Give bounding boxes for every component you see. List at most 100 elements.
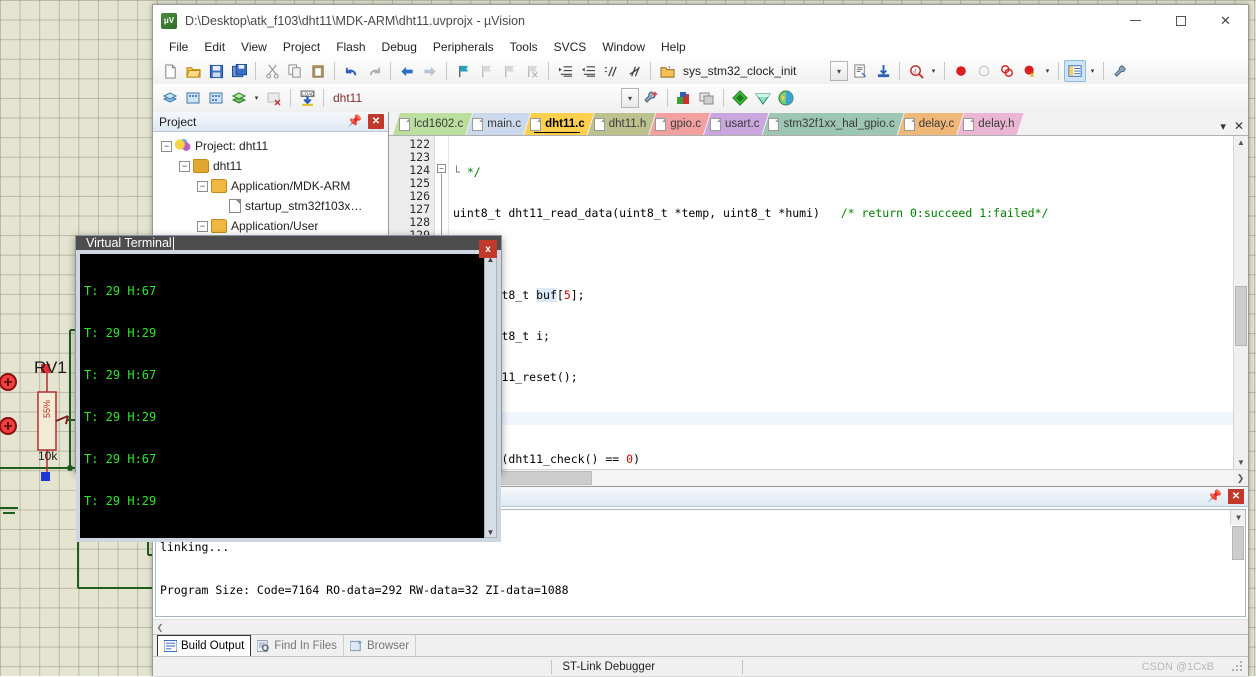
- scroll-right-icon[interactable]: ❯: [1233, 471, 1248, 486]
- menu-window[interactable]: Window: [594, 38, 653, 56]
- code-editor[interactable]: 122 123 124 125 126 127 128 129 130 131 …: [389, 136, 1248, 469]
- undo-icon[interactable]: [340, 60, 362, 82]
- breakpoints-kill-icon[interactable]: [996, 60, 1018, 82]
- editor-vertical-scrollbar[interactable]: ▲ ▼: [1233, 136, 1248, 469]
- uncomment-icon[interactable]: [623, 60, 645, 82]
- maximize-button[interactable]: [1158, 5, 1203, 36]
- scroll-track[interactable]: [404, 471, 1233, 485]
- cut-icon[interactable]: [261, 60, 283, 82]
- close-icon[interactable]: ✕: [368, 114, 384, 129]
- batch-build-arrow[interactable]: ▾: [251, 87, 262, 109]
- navigate-forward-icon[interactable]: [419, 60, 441, 82]
- pack-installer-icon[interactable]: [752, 87, 774, 109]
- bookmark-prev-icon[interactable]: [475, 60, 497, 82]
- virtual-terminal-scrollbar[interactable]: ▲ ▼: [484, 254, 497, 538]
- close-icon[interactable]: ✕: [1228, 489, 1244, 504]
- target-options-icon[interactable]: [640, 87, 662, 109]
- multi-project-icon[interactable]: [729, 87, 751, 109]
- target-combo-value[interactable]: dht11: [329, 88, 469, 108]
- tree-item-target[interactable]: − dht11: [157, 156, 388, 176]
- build-output-horizontal-scrollbar[interactable]: ❮: [153, 619, 1248, 634]
- function-combo-arrow[interactable]: ▾: [830, 61, 848, 81]
- pin-icon[interactable]: 📌: [1207, 489, 1222, 503]
- tree-expander[interactable]: −: [197, 180, 208, 192]
- pack-manage-icon[interactable]: [775, 87, 797, 109]
- minimize-button[interactable]: [1113, 5, 1158, 36]
- code-content[interactable]: └ */ uint8_t dht11_read_data(uint8_t *te…: [449, 136, 1233, 469]
- editor-tab-dht11-h[interactable]: dht11.h: [588, 113, 656, 135]
- editor-tab-stm32f1xx-hal-gpio-c[interactable]: stm32f1xx_hal_gpio.c: [762, 113, 903, 135]
- menu-debug[interactable]: Debug: [374, 38, 425, 56]
- open-target-icon[interactable]: [656, 60, 678, 82]
- manage-runtime-icon[interactable]: [673, 87, 695, 109]
- editor-tab-lcd1602-c[interactable]: lcd1602.c: [393, 113, 472, 135]
- window-titlebar[interactable]: D:\Desktop\atk_f103\dht11\MDK-ARM\dht11.…: [153, 5, 1248, 36]
- bookmark-clear-icon[interactable]: [521, 60, 543, 82]
- editor-tab-dht11-c[interactable]: dht11.c: [524, 113, 594, 135]
- tab-list-icon[interactable]: ▾: [1220, 120, 1226, 133]
- new-file-icon[interactable]: [159, 60, 181, 82]
- tree-item-group-user[interactable]: − Application/User: [157, 216, 388, 236]
- window-layout-arrow[interactable]: ▾: [1087, 60, 1098, 82]
- tab-build-output[interactable]: Build Output: [157, 635, 252, 656]
- insert-file-icon[interactable]: [849, 60, 871, 82]
- build-file-icon[interactable]: [159, 87, 181, 109]
- download-icon[interactable]: LOAD: [296, 87, 318, 109]
- save-all-icon[interactable]: [228, 60, 250, 82]
- menu-file[interactable]: File: [161, 38, 196, 56]
- copy-icon[interactable]: [284, 60, 306, 82]
- menu-project[interactable]: Project: [275, 38, 328, 56]
- fold-toggle-icon[interactable]: −: [437, 164, 446, 173]
- menu-svcs[interactable]: SVCS: [546, 38, 595, 56]
- pin-icon[interactable]: 📌: [347, 114, 362, 128]
- stop-build-icon[interactable]: [263, 87, 285, 109]
- editor-tab-gpio-c[interactable]: gpio.c: [649, 113, 710, 135]
- function-combo-value[interactable]: sys_stm32_clock_init: [679, 61, 829, 81]
- tree-expander[interactable]: −: [197, 220, 208, 232]
- paste-icon[interactable]: [307, 60, 329, 82]
- virtual-terminal-titlebar[interactable]: Virtual Terminal x: [76, 236, 501, 258]
- menu-view[interactable]: View: [233, 38, 275, 56]
- close-button[interactable]: x: [479, 240, 497, 258]
- manage-project-items-icon[interactable]: [696, 87, 718, 109]
- resize-grip[interactable]: [1230, 658, 1247, 675]
- comment-icon[interactable]: [600, 60, 622, 82]
- scroll-down-icon[interactable]: ▼: [1237, 458, 1245, 467]
- menu-help[interactable]: Help: [653, 38, 694, 56]
- menu-edit[interactable]: Edit: [196, 38, 233, 56]
- tree-item-project[interactable]: − Project: dht11: [157, 136, 388, 156]
- target-combo-arrow[interactable]: ▾: [621, 88, 639, 108]
- breakpoint-dropdown-icon[interactable]: x: [1019, 60, 1041, 82]
- menu-flash[interactable]: Flash: [328, 38, 373, 56]
- editor-tab-usart-c[interactable]: usart.c: [704, 113, 769, 135]
- breakpoint-icon[interactable]: [950, 60, 972, 82]
- scroll-thumb[interactable]: [1232, 526, 1244, 560]
- open-file-icon[interactable]: [182, 60, 204, 82]
- editor-tab-delay-h[interactable]: delay.h: [957, 113, 1023, 135]
- find-dropdown-arrow[interactable]: ▾: [928, 60, 939, 82]
- tree-item-group-mdk-arm[interactable]: − Application/MDK-ARM: [157, 176, 388, 196]
- indent-icon[interactable]: [554, 60, 576, 82]
- tree-expander[interactable]: −: [161, 140, 172, 152]
- bookmark-next-icon[interactable]: [498, 60, 520, 82]
- scroll-thumb[interactable]: [1235, 286, 1247, 346]
- outdent-icon[interactable]: [577, 60, 599, 82]
- virtual-terminal-window[interactable]: Virtual Terminal x T: 29 H:67 T: 29 H:29…: [75, 235, 502, 542]
- menu-peripherals[interactable]: Peripherals: [425, 38, 502, 56]
- tab-find-in-files[interactable]: Find In Files: [251, 635, 344, 656]
- bookmark-toggle-icon[interactable]: [452, 60, 474, 82]
- build-target-icon[interactable]: [182, 87, 204, 109]
- virtual-terminal-output[interactable]: T: 29 H:67 T: 29 H:29 T: 29 H:67 T: 29 H…: [80, 254, 484, 538]
- redo-icon[interactable]: [363, 60, 385, 82]
- tree-expander[interactable]: −: [179, 160, 190, 172]
- navigate-back-icon[interactable]: [396, 60, 418, 82]
- scroll-up-icon[interactable]: ▲: [1237, 138, 1245, 147]
- menu-tools[interactable]: Tools: [502, 38, 546, 56]
- build-output-vertical-scrollbar[interactable]: ▲ ▼: [1230, 510, 1245, 560]
- editor-horizontal-scrollbar[interactable]: ❮ ❯: [389, 469, 1248, 486]
- breakpoint-dropdown-arrow[interactable]: ▾: [1042, 60, 1053, 82]
- window-layout-icon[interactable]: [1064, 60, 1086, 82]
- breakpoint-disabled-icon[interactable]: [973, 60, 995, 82]
- editor-tab-main-c[interactable]: main.c: [466, 113, 530, 135]
- save-icon[interactable]: [205, 60, 227, 82]
